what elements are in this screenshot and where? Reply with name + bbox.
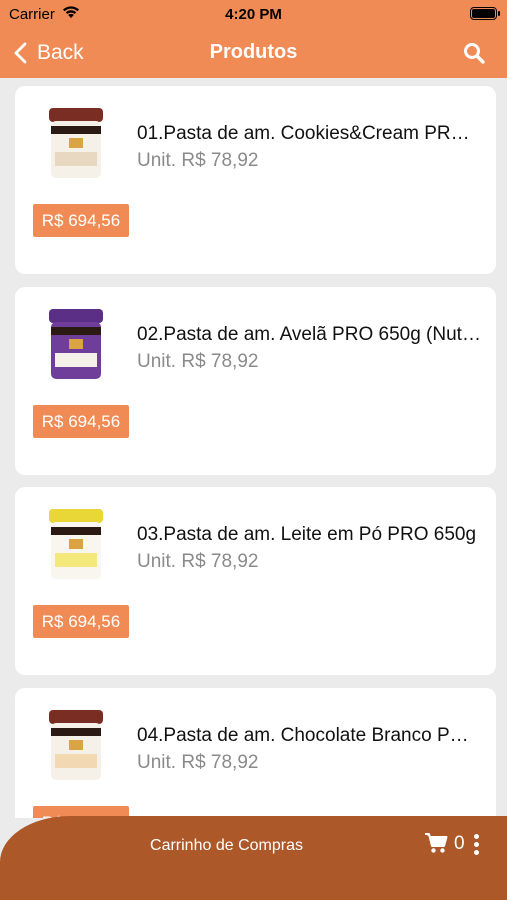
product-jar-icon [49, 509, 103, 579]
product-total-price: R$ 694,56 [33, 204, 129, 237]
product-name: 02.Pasta de am. Avelã PRO 650g (Nutella) [137, 324, 482, 345]
product-card[interactable]: 01.Pasta de am. Cookies&Cream PRO 650g U… [15, 86, 496, 274]
cart-icon[interactable] [424, 832, 448, 854]
product-card[interactable]: 03.Pasta de am. Leite em Pó PRO 650g Uni… [15, 487, 496, 675]
product-card[interactable]: 02.Pasta de am. Avelã PRO 650g (Nutella)… [15, 287, 496, 475]
status-time: 4:20 PM [225, 6, 282, 23]
product-total-price: R$ 694,56 [33, 605, 129, 638]
product-total-price: R$ 694,56 [33, 405, 129, 438]
product-jar-icon [49, 710, 103, 780]
product-name: 04.Pasta de am. Chocolate Branco PRO 650… [137, 725, 482, 746]
product-unit-price: Unit. R$ 78,92 [137, 150, 259, 171]
product-name: 01.Pasta de am. Cookies&Cream PRO 650g [137, 123, 482, 144]
product-unit-price: Unit. R$ 78,92 [137, 551, 259, 572]
product-jar-icon [49, 108, 103, 178]
product-unit-price: Unit. R$ 78,92 [137, 752, 259, 773]
product-unit-price: Unit. R$ 78,92 [137, 351, 259, 372]
cart-count: 0 [454, 833, 465, 854]
navigation-bar: Back Produtos [0, 30, 507, 78]
search-icon[interactable] [463, 42, 485, 64]
product-name: 03.Pasta de am. Leite em Pó PRO 650g [137, 524, 477, 545]
status-bar: Carrier 4:20 PM [0, 0, 507, 30]
battery-icon [470, 7, 500, 20]
product-list[interactable]: 01.Pasta de am. Cookies&Cream PRO 650g U… [0, 78, 507, 818]
more-options-icon[interactable] [473, 834, 481, 856]
cart-footer[interactable]: Carrinho de Compras 0 [0, 816, 507, 900]
product-card[interactable]: 04.Pasta de am. Chocolate Branco PRO 650… [15, 688, 496, 818]
page-title: Produtos [209, 41, 298, 63]
cart-label: Carrinho de Compras [150, 837, 303, 854]
product-jar-icon [49, 309, 103, 379]
